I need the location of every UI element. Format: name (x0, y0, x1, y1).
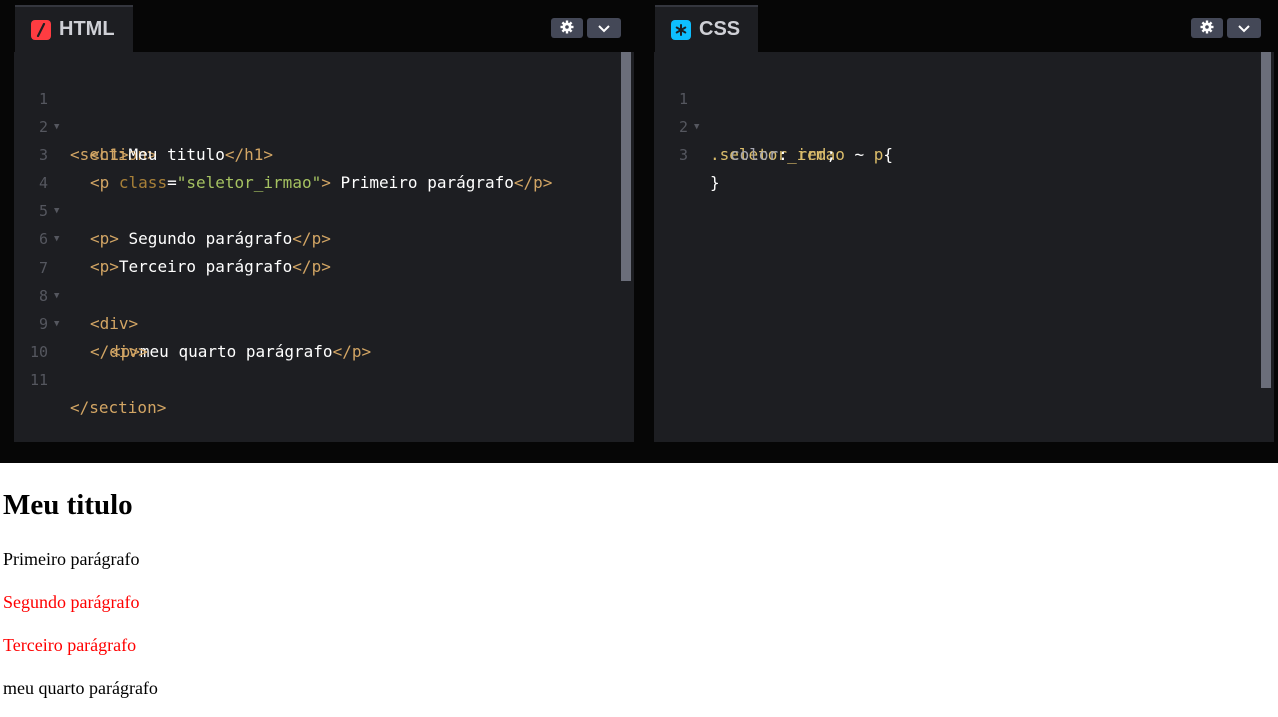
code-line: 4 ▼ <p> Segundo parágrafo</p> (38, 174, 331, 248)
gear-icon (560, 19, 574, 38)
html-options-dropdown[interactable] (587, 18, 621, 38)
css-settings-button[interactable] (1191, 18, 1223, 38)
preview-paragraph-2: Segundo parágrafo (3, 592, 140, 612)
code-line: 10 (29, 343, 48, 361)
css-scroll-thumb[interactable] (1261, 52, 1271, 388)
html-tab[interactable]: HTML (15, 5, 133, 52)
html-editor-panel: HTML 1 ▼ <section> 2 <h1>Meu titulo</h1>… (14, 4, 634, 442)
code-line: 2 <h1>Meu titulo</h1> (38, 118, 274, 164)
html-code-editor[interactable]: 1 ▼ <section> 2 <h1>Meu titulo</h1> 3 <p… (14, 52, 634, 442)
html-panel-header: HTML (14, 4, 634, 52)
preview-heading: Meu titulo (3, 489, 133, 521)
html-tab-label: HTML (59, 18, 115, 40)
chevron-down-icon (597, 19, 611, 38)
code-line: 7 ▼ <div> (38, 259, 139, 333)
css-scrollbar[interactable] (1260, 52, 1272, 442)
code-line: 11 </section> (29, 371, 167, 417)
html-settings-button[interactable] (551, 18, 583, 38)
code-line: 6 (38, 230, 48, 248)
code-line: 1 ▼ .seletor_irmao ~ p{ (678, 90, 894, 164)
code-line: 1 ▼ <section> (38, 90, 157, 164)
css-options-dropdown[interactable] (1227, 18, 1261, 38)
result-preview: Meu titulo Primeiro parágrafo Segundo pa… (0, 463, 1278, 717)
code-line: 2 color: red; (678, 118, 836, 164)
css-tab[interactable]: CSS (655, 5, 759, 52)
code-line: 3 <p class="seletor_irmao"> Primeiro par… (38, 146, 553, 192)
css-editor-panel: CSS 1 ▼ .seletor_irmao ~ p{ 2 color: red… (654, 4, 1274, 442)
code-line: 8 ▼ <p>meu quarto parágrafo</p> (38, 287, 372, 361)
preview-paragraph-3: Terceiro parágrafo (3, 635, 137, 655)
css-panel-header: CSS (654, 4, 1274, 52)
editor-area: HTML 1 ▼ <section> 2 <h1>Meu titulo</h1>… (0, 0, 1278, 463)
html-scroll-thumb[interactable] (621, 52, 631, 281)
css-code-editor[interactable]: 1 ▼ .seletor_irmao ~ p{ 2 color: red; 3 … (654, 52, 1274, 442)
chevron-down-icon (1237, 19, 1251, 38)
css-tab-label: CSS (699, 18, 741, 40)
html-slash-icon (31, 19, 51, 40)
html-scrollbar[interactable] (620, 52, 632, 442)
css-asterisk-icon (671, 19, 691, 40)
gear-icon (1200, 19, 1214, 38)
code-line: 9 </div> (38, 315, 148, 361)
preview-paragraph-1: Primeiro parágrafo (3, 549, 140, 569)
preview-paragraph-4: meu quarto parágrafo (3, 678, 158, 698)
code-line: 3 } (678, 146, 720, 192)
code-line: 5 ▼ <p>Terceiro parágrafo</p> (38, 202, 331, 276)
